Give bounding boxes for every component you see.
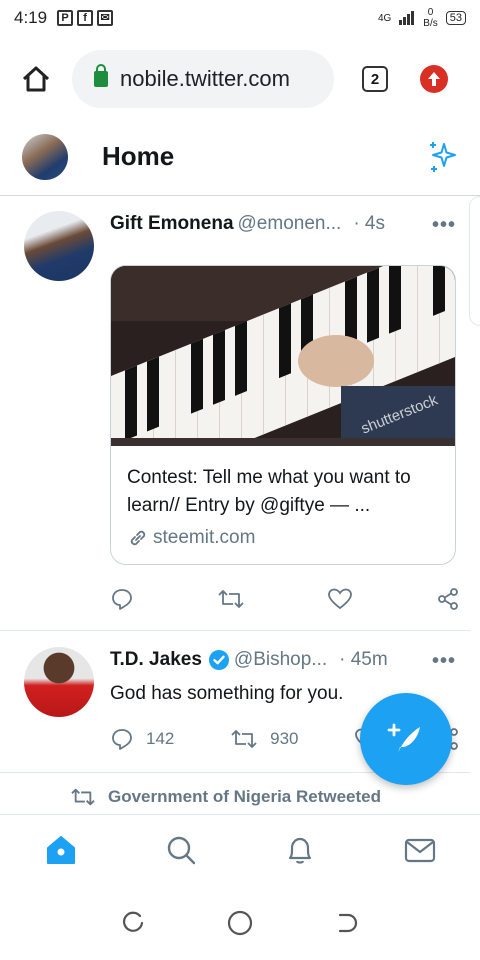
tweet-author-name[interactable]: Gift Emonena <box>110 213 234 235</box>
search-icon <box>167 836 195 865</box>
browser-home-button[interactable] <box>0 65 72 93</box>
verified-badge-icon <box>208 650 229 670</box>
tweet-avatar[interactable] <box>24 211 94 281</box>
nav-notifications[interactable] <box>284 834 316 871</box>
share-icon <box>438 588 458 610</box>
reply-icon <box>112 589 132 610</box>
sparkle-icon[interactable] <box>426 140 460 174</box>
tweet-author-handle[interactable]: @Bishop... <box>234 649 327 671</box>
circle-home-icon <box>227 910 253 935</box>
retweeted-notice[interactable]: Government of Nigeria Retweeted <box>70 786 381 808</box>
page-title: Home <box>102 141 175 171</box>
home-icon <box>46 836 75 864</box>
tweet-text: God has something for you. <box>110 683 344 704</box>
nav-messages[interactable] <box>403 835 437 870</box>
url-text: nobile.twitter.com <box>120 66 290 91</box>
card-domain: steemit.com <box>153 527 256 548</box>
compose-feather-icon <box>387 723 420 753</box>
recent-apps-icon <box>122 911 144 932</box>
reply-button[interactable]: 142 <box>110 727 174 751</box>
tweet-time[interactable]: · 4s <box>353 213 385 235</box>
tweet-time[interactable]: · 45m <box>339 649 388 671</box>
retweeted-by-text: Government of Nigeria Retweeted <box>108 787 382 806</box>
system-navigation-bar <box>0 890 480 960</box>
bell-icon <box>288 837 311 864</box>
nav-home[interactable] <box>44 834 78 871</box>
address-bar[interactable]: nobile.twitter.com <box>72 50 334 108</box>
heart-icon <box>328 588 353 610</box>
status-time: 4:19 <box>14 8 48 27</box>
mail-notification-icon: ✉ <box>97 10 114 26</box>
tweet-actions <box>110 587 460 611</box>
data-rate: 0 B/s <box>423 7 438 29</box>
more-options-icon[interactable]: ••• <box>432 214 456 237</box>
tweet-avatar[interactable] <box>24 647 94 717</box>
card-link: steemit.com <box>127 524 439 552</box>
signal-icon <box>399 11 415 25</box>
compose-tweet-button[interactable] <box>360 693 452 785</box>
reply-count: 142 <box>146 729 175 748</box>
facebook-notification-icon: f <box>77 10 94 26</box>
side-panel-edge <box>469 196 480 326</box>
tweet[interactable]: Gift Emonena @emonen... · 4s ••• shutter… <box>0 197 470 631</box>
tab-switcher-button[interactable]: 2 <box>362 66 388 92</box>
back-icon <box>338 913 358 932</box>
profile-avatar[interactable] <box>22 134 68 180</box>
tweet-author-name[interactable]: T.D. Jakes <box>110 649 202 671</box>
mail-icon <box>404 838 435 863</box>
nav-search[interactable] <box>165 834 197 871</box>
retweet-button[interactable]: 930 <box>230 727 299 751</box>
recent-apps-button[interactable] <box>120 910 146 941</box>
back-button[interactable] <box>334 910 360 941</box>
card-title: Contest: Tell me what you want to learn/… <box>127 467 411 516</box>
browser-toolbar: nobile.twitter.com 2 <box>0 40 480 118</box>
link-card[interactable]: shutterstock Contest: Tell me what you w… <box>110 265 456 565</box>
lock-icon <box>94 64 108 87</box>
arrow-up-icon <box>428 72 440 86</box>
more-options-icon[interactable]: ••• <box>432 650 456 673</box>
link-icon <box>130 530 146 546</box>
parking-notification-icon: P <box>57 10 74 26</box>
tweet-header: T.D. Jakes @Bishop... · 45m <box>110 649 388 671</box>
timeline-header: Home <box>0 124 480 196</box>
retweet-icon <box>231 730 257 748</box>
share-button[interactable] <box>436 587 460 611</box>
update-button[interactable] <box>420 65 448 93</box>
retweet-icon <box>218 590 244 608</box>
reply-icon <box>112 729 132 750</box>
reply-button[interactable] <box>110 587 134 611</box>
home-system-button[interactable] <box>226 909 254 942</box>
card-image: shutterstock <box>111 266 455 446</box>
card-body: Contest: Tell me what you want to learn/… <box>111 446 455 552</box>
retweet-button[interactable] <box>217 587 245 611</box>
home-outline-icon <box>22 66 50 92</box>
status-bar: 4:19 P f ✉ 4G 0 B/s 53 <box>0 0 480 36</box>
bottom-navigation <box>0 814 480 890</box>
retweet-small-icon <box>71 788 95 806</box>
tweet-author-handle[interactable]: @emonen... <box>238 213 342 235</box>
like-button[interactable] <box>327 587 353 611</box>
retweet-count: 930 <box>270 729 299 748</box>
tweet-header: Gift Emonena @emonen... · 4s <box>110 213 385 235</box>
network-type: 4G <box>377 12 392 24</box>
battery-icon: 53 <box>445 11 466 25</box>
